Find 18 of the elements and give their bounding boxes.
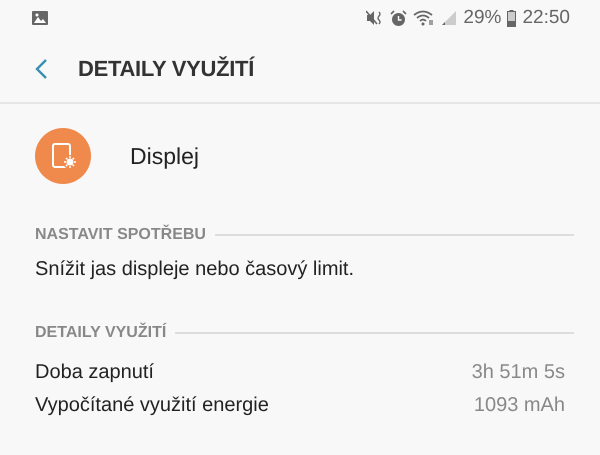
signal-icon	[441, 10, 458, 26]
detail-value: 3h 51m 5s	[472, 361, 565, 384]
display-brightness-icon	[35, 128, 91, 184]
clock: 22:50	[522, 7, 570, 29]
section-header: NASTAVIT SPOTŘEBU	[35, 226, 206, 244]
app-name: Displej	[130, 142, 200, 170]
alarm-icon	[390, 10, 408, 26]
image-icon	[31, 10, 49, 26]
detail-label: Vypočítané využití energie	[35, 394, 269, 417]
section-header: DETAILY VYUŽITÍ	[35, 324, 166, 342]
detail-value: 1093 mAh	[474, 394, 565, 417]
setting-description[interactable]: Snížit jas displeje nebo časový limit.	[0, 244, 600, 306]
back-icon[interactable]	[34, 58, 48, 80]
detail-label: Doba zapnutí	[35, 361, 154, 384]
battery-icon	[507, 10, 516, 26]
wifi-icon	[413, 10, 436, 26]
battery-level: 29%	[463, 7, 502, 29]
page-title: DETAILY VYUŽITÍ	[78, 56, 254, 82]
